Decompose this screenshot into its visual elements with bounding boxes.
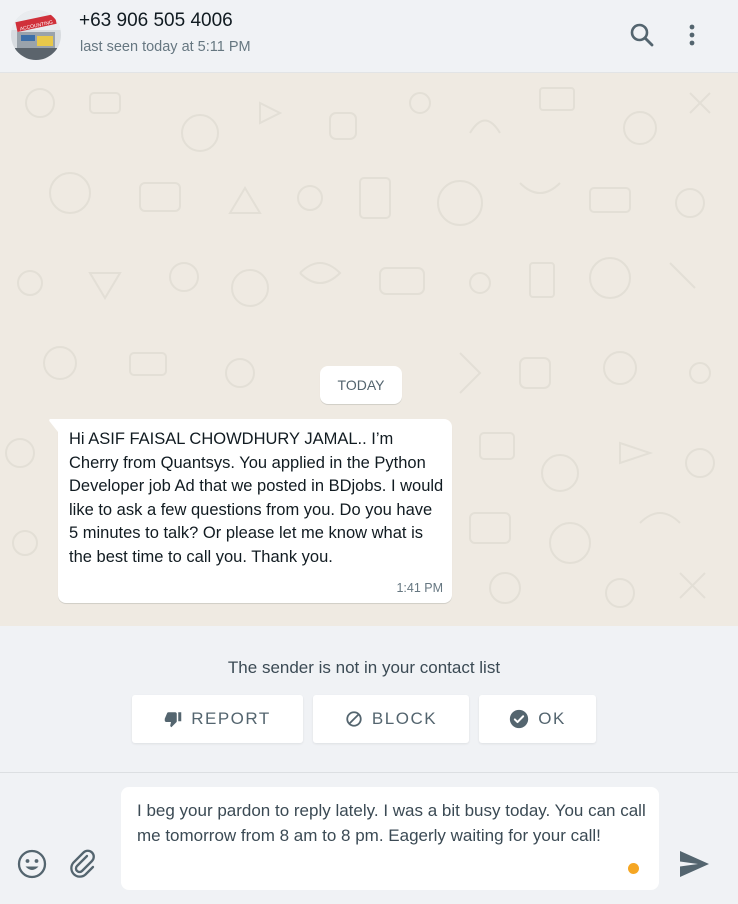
contact-avatar[interactable]: ACCOUNTING (11, 10, 61, 60)
last-seen-status: last seen today at 5:11 PM (80, 39, 251, 55)
paperclip-icon[interactable] (66, 847, 100, 881)
check-circle-icon (510, 709, 529, 729)
block-button[interactable]: BLOCK (313, 695, 469, 743)
chat-header: ACCOUNTING +63 906 505 4006 last seen to… (0, 0, 738, 73)
message-input-text[interactable]: I beg your pardon to reply lately. I was… (137, 799, 647, 848)
report-button[interactable]: REPORT (132, 695, 303, 743)
message-bubble-incoming[interactable]: Hi ASIF FAISAL CHOWDHURY JAMAL.. I’m Che… (49, 419, 452, 603)
search-icon[interactable] (628, 21, 656, 49)
emoji-icon[interactable] (15, 847, 49, 881)
contact-name[interactable]: +63 906 505 4006 (79, 10, 233, 32)
unknown-sender-panel: The sender is not in your contact list R… (0, 626, 738, 772)
message-input[interactable]: I beg your pardon to reply lately. I was… (121, 787, 659, 890)
block-label: BLOCK (371, 709, 438, 728)
thumbs-down-icon (164, 712, 182, 728)
date-divider: TODAY (320, 366, 402, 404)
message-text: Hi ASIF FAISAL CHOWDHURY JAMAL.. I’m Che… (69, 430, 444, 566)
send-icon[interactable] (676, 847, 712, 881)
more-vert-icon[interactable] (678, 21, 706, 49)
ok-label: OK (538, 709, 566, 728)
block-icon (346, 711, 362, 727)
bubble-tail (49, 419, 58, 432)
message-composer: I beg your pardon to reply lately. I was… (0, 772, 738, 904)
message-time: 1:41 PM (396, 581, 443, 595)
chat-messages-area[interactable]: TODAY Hi ASIF FAISAL CHOWDHURY JAMAL.. I… (0, 73, 738, 626)
ok-button[interactable]: OK (479, 695, 596, 743)
status-dot (628, 863, 639, 874)
unknown-sender-notice: The sender is not in your contact list (227, 658, 501, 677)
report-label: REPORT (191, 709, 271, 728)
